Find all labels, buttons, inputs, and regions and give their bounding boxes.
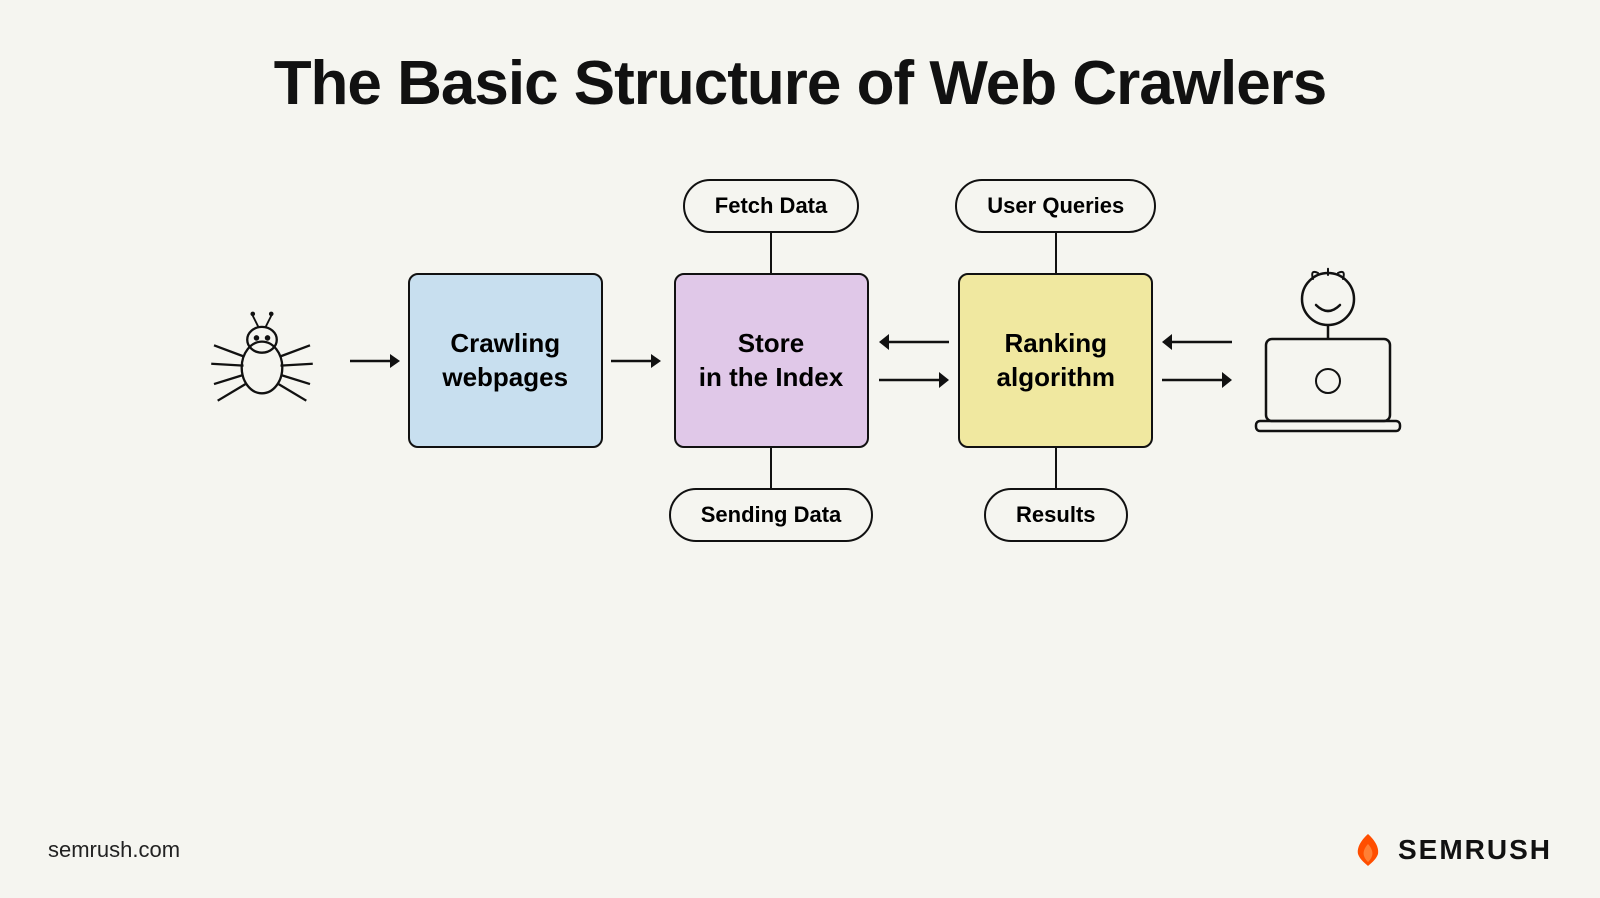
footer-url: semrush.com: [48, 837, 180, 863]
ranking-algorithm-label: Ranking algorithm: [997, 327, 1115, 395]
sending-data-label: Sending Data: [669, 488, 874, 542]
double-arrows-ranking-person: [1162, 330, 1232, 392]
footer: semrush.com SEMRUSH: [0, 830, 1600, 870]
fetch-data-label: Fetch Data: [683, 179, 859, 233]
spider-icon: [192, 301, 332, 421]
store-index-box: Store in the Index: [674, 273, 869, 448]
arrow-spider-to-crawling: [350, 346, 400, 376]
store-top-line: [770, 233, 773, 273]
semrush-logo: SEMRUSH: [1348, 830, 1552, 870]
store-index-label: Store in the Index: [699, 327, 843, 395]
store-column: Fetch Data Store in the Index Sending Da…: [669, 179, 874, 542]
crawling-webpages-label: Crawling webpages: [442, 327, 568, 395]
store-bottom-line: [770, 448, 773, 488]
arrow-ranking-to-store: [879, 330, 949, 354]
diagram-area: Crawling webpages Fetch Data Store in th…: [0, 179, 1600, 542]
ranking-top-line: [1055, 233, 1058, 273]
page-title: The Basic Structure of Web Crawlers: [274, 48, 1327, 119]
arrow-ranking-to-person: [1162, 368, 1232, 392]
semrush-brand-name: SEMRUSH: [1398, 834, 1552, 866]
user-queries-label: User Queries: [955, 179, 1156, 233]
ranking-bottom-line: [1055, 448, 1058, 488]
ranking-column: User Queries Ranking algorithm Results: [955, 179, 1156, 542]
arrow-person-to-ranking: [1162, 330, 1232, 354]
page: The Basic Structure of Web Crawlers: [0, 0, 1600, 898]
ranking-algorithm-box: Ranking algorithm: [958, 273, 1153, 448]
arrow-crawling-to-store: [611, 346, 661, 376]
semrush-flame-icon: [1348, 830, 1388, 870]
crawling-webpages-box: Crawling webpages: [408, 273, 603, 448]
results-label: Results: [984, 488, 1127, 542]
person-laptop-icon: [1248, 261, 1408, 461]
double-arrows: [879, 330, 949, 392]
arrow-store-to-ranking: [879, 368, 949, 392]
